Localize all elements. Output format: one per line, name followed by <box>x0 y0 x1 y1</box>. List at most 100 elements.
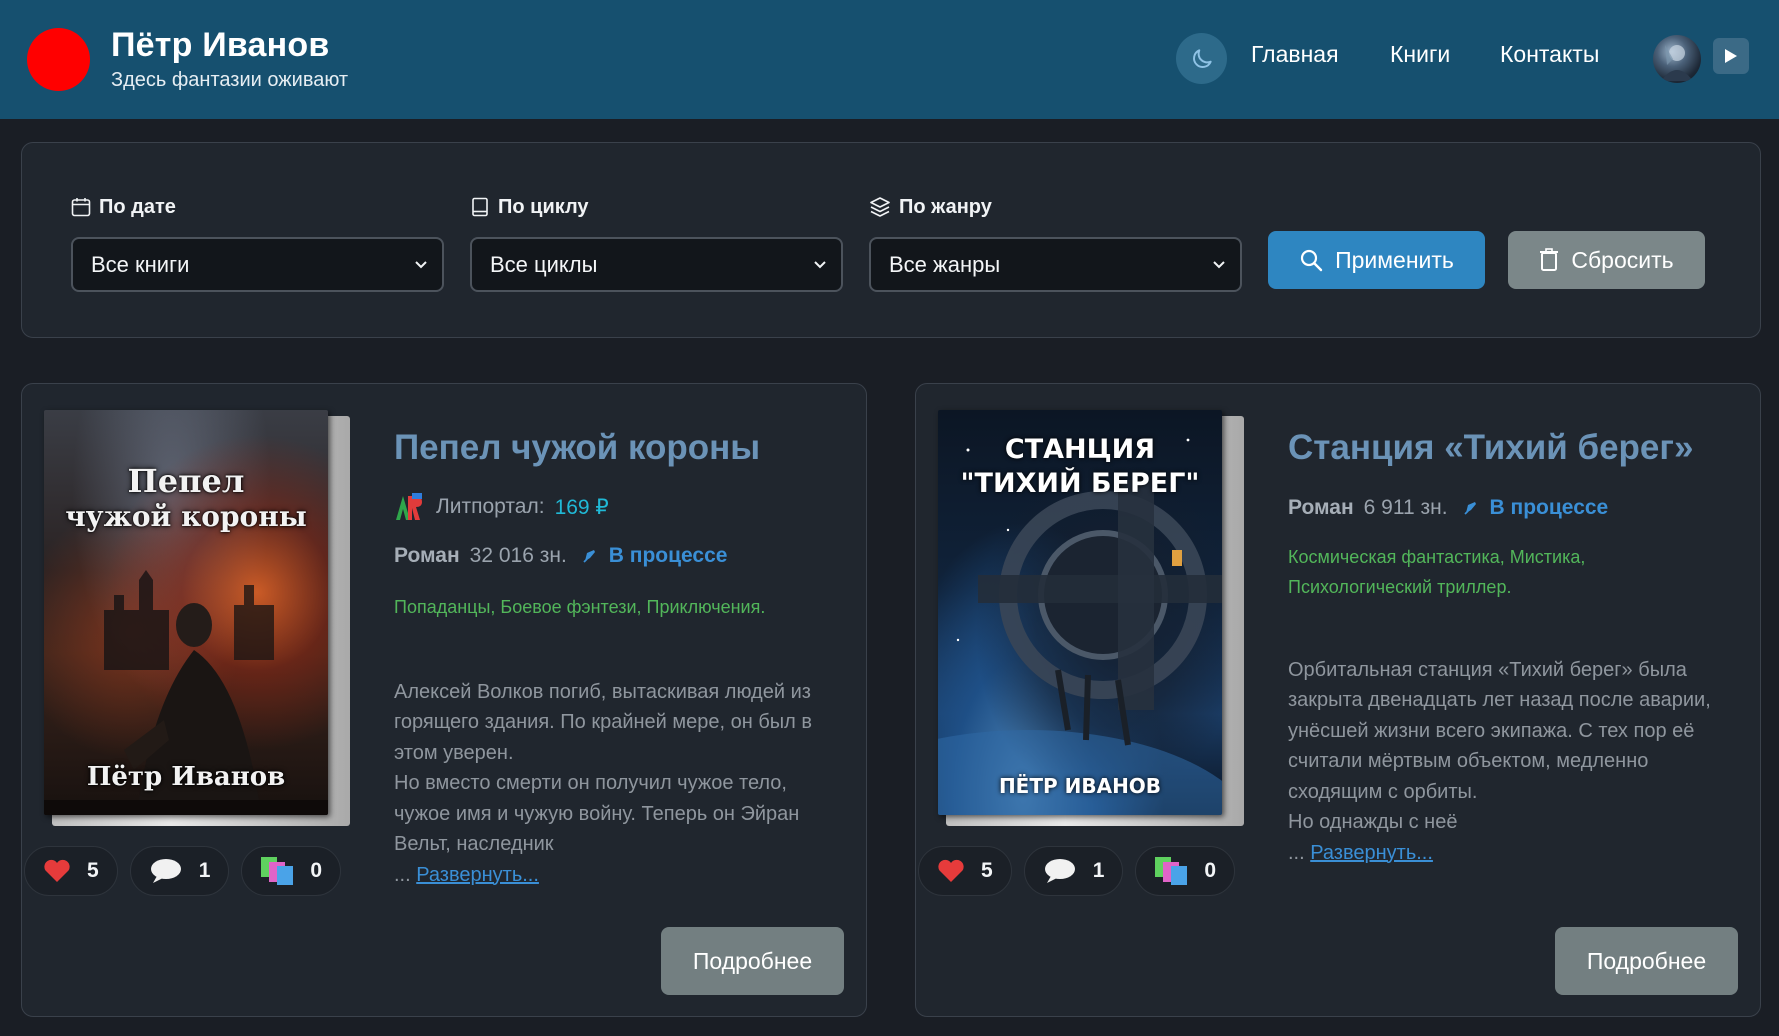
chevron-down-icon <box>814 260 826 268</box>
book-tags-line2: Психологический триллер. <box>1288 577 1512 597</box>
speech-bubble-icon <box>1044 859 1075 883</box>
filter-cycle-select[interactable]: Все циклы <box>470 237 843 292</box>
book-tags: Попаданцы, Боевое фэнтези, Приключения. <box>394 597 766 617</box>
avatar-image <box>1661 45 1693 81</box>
calendar-icon <box>71 198 91 217</box>
likes-pill[interactable]: 5 <box>24 846 118 896</box>
play-icon <box>1725 49 1737 63</box>
expand-link[interactable]: Развернуть... <box>1310 842 1433 864</box>
user-menu-button[interactable] <box>1713 38 1749 74</box>
book-cover[interactable]: Пепел чужой короны Пётр Иванов <box>44 410 354 830</box>
book-type: Роман <box>394 544 460 567</box>
book-title[interactable]: Пепел чужой короны <box>394 428 760 468</box>
search-icon <box>1300 249 1323 272</box>
book-description: Алексей Волков погиб, вытаскивая людей и… <box>394 646 824 921</box>
collections-pill[interactable]: 0 <box>1135 846 1236 896</box>
likes-pill[interactable]: 5 <box>918 846 1012 896</box>
book-card: Пепел чужой короны Пётр Иванов 5 1 0 Пеп… <box>21 383 867 1017</box>
reset-button[interactable]: Сбросить <box>1508 231 1705 289</box>
cover-title-line1: СТАНЦИЯ <box>1004 434 1156 465</box>
likes-count: 5 <box>87 859 99 882</box>
book-description: Орбитальная станция «Тихий берег» была з… <box>1288 624 1738 899</box>
filter-genre-select[interactable]: Все жанры <box>869 237 1242 292</box>
chevron-down-icon <box>415 260 427 268</box>
filter-genre: По жанру Все жанры <box>869 195 1242 292</box>
book-stats: 5 1 0 <box>918 846 1236 896</box>
likes-count: 5 <box>981 859 993 882</box>
heart-icon <box>44 859 70 882</box>
books-stack-icon <box>1155 857 1188 885</box>
book-status: В процессе <box>608 544 728 567</box>
nav-contacts[interactable]: Контакты <box>1500 41 1599 68</box>
pen-icon <box>1463 502 1476 515</box>
cover-title-line2: чужой короны <box>65 500 307 533</box>
book-title[interactable]: Станция «Тихий берег» <box>1288 428 1693 468</box>
theme-toggle-button[interactable] <box>1176 33 1227 84</box>
book-status: В процессе <box>1489 496 1609 519</box>
user-avatar[interactable] <box>1653 35 1701 83</box>
comments-pill[interactable]: 1 <box>129 846 230 896</box>
filter-date-select[interactable]: Все книги <box>71 237 444 292</box>
book-tags: Космическая фантастика, Мистика, Психоло… <box>1288 542 1585 602</box>
nav-books[interactable]: Книги <box>1390 41 1450 68</box>
nav-home[interactable]: Главная <box>1251 41 1339 68</box>
expand-link[interactable]: Развернуть... <box>416 864 539 886</box>
description-tail: ... Развернуть... <box>1288 838 1738 869</box>
cover-title-line1: Пепел <box>127 462 245 500</box>
filter-genre-label-row: По жанру <box>869 195 1242 219</box>
book-stats: 5 1 0 <box>24 846 342 896</box>
site-tagline: Здесь фантазии оживают <box>111 69 349 91</box>
details-button[interactable]: Подробнее <box>1555 927 1738 995</box>
book-meta: Роман 6 911 зн. В процессе <box>1288 496 1608 520</box>
cover-title-line2: "ТИХИЙ БЕРЕГ" <box>960 468 1200 499</box>
description-text: Алексей Волков погиб, вытаскивая людей и… <box>394 680 813 856</box>
collections-pill[interactable]: 0 <box>241 846 342 896</box>
filter-genre-label: По жанру <box>899 195 992 218</box>
heart-icon <box>938 859 964 882</box>
filter-cycle: По циклу Все циклы <box>470 195 843 292</box>
book-card: СТАНЦИЯ "ТИХИЙ БЕРЕГ" ПЁТР ИВАНОВ 5 1 0 … <box>915 383 1761 1017</box>
book-cover[interactable]: СТАНЦИЯ "ТИХИЙ БЕРЕГ" ПЁТР ИВАНОВ <box>938 410 1248 830</box>
store-label: Литпортал: <box>436 495 545 518</box>
ellipsis: ... <box>394 863 417 886</box>
apply-button[interactable]: Применить <box>1268 231 1485 289</box>
book-tags-line1: Космическая фантастика, Мистика, <box>1288 547 1586 567</box>
filter-cycle-value: Все циклы <box>490 251 598 277</box>
site-name[interactable]: Пётр Иванов <box>111 26 329 65</box>
book-meta: Роман 32 016 зн. В процессе <box>394 544 727 568</box>
book-type: Роман <box>1288 496 1354 519</box>
book-size: 6 911 зн. <box>1363 496 1448 519</box>
filter-panel: По дате Все книги По циклу Все циклы По … <box>21 142 1761 338</box>
reset-button-label: Сбросить <box>1571 246 1674 273</box>
books-stack-icon <box>261 857 294 885</box>
comments-count: 1 <box>198 859 211 882</box>
details-button[interactable]: Подробнее <box>661 927 844 995</box>
book-price: 169 ₽ <box>554 495 609 519</box>
cover-image: Пепел чужой короны Пётр Иванов <box>44 410 328 815</box>
apply-button-label: Применить <box>1335 246 1454 273</box>
book-size: 32 016 зн. <box>469 544 567 567</box>
litportal-logo-icon <box>396 493 422 520</box>
pen-icon <box>583 550 595 563</box>
speech-bubble-icon <box>150 859 181 883</box>
collections-count: 0 <box>1204 859 1217 882</box>
moon-icon <box>1192 48 1212 68</box>
layers-icon <box>870 197 890 217</box>
filter-cycle-label: По циклу <box>498 195 589 218</box>
cover-author: ПЁТР ИВАНОВ <box>998 774 1162 798</box>
filter-genre-value: Все жанры <box>889 251 1001 277</box>
comments-pill[interactable]: 1 <box>1023 846 1124 896</box>
filter-date-value: Все книги <box>91 251 190 277</box>
description-tail: ... Развернуть... <box>394 860 824 891</box>
logo[interactable] <box>27 28 90 91</box>
book-icon <box>472 197 488 217</box>
filter-date-label: По дате <box>99 195 176 218</box>
cover-author: Пётр Иванов <box>86 762 286 792</box>
chevron-down-icon <box>1213 260 1225 268</box>
ellipsis: ... <box>1288 841 1311 864</box>
site-header: Пётр Иванов Здесь фантазии оживают Главн… <box>0 0 1779 119</box>
cover-image: СТАНЦИЯ "ТИХИЙ БЕРЕГ" ПЁТР ИВАНОВ <box>938 410 1222 815</box>
filter-date: По дате Все книги <box>71 195 444 292</box>
filter-cycle-label-row: По циклу <box>470 195 843 219</box>
collections-count: 0 <box>310 859 323 882</box>
